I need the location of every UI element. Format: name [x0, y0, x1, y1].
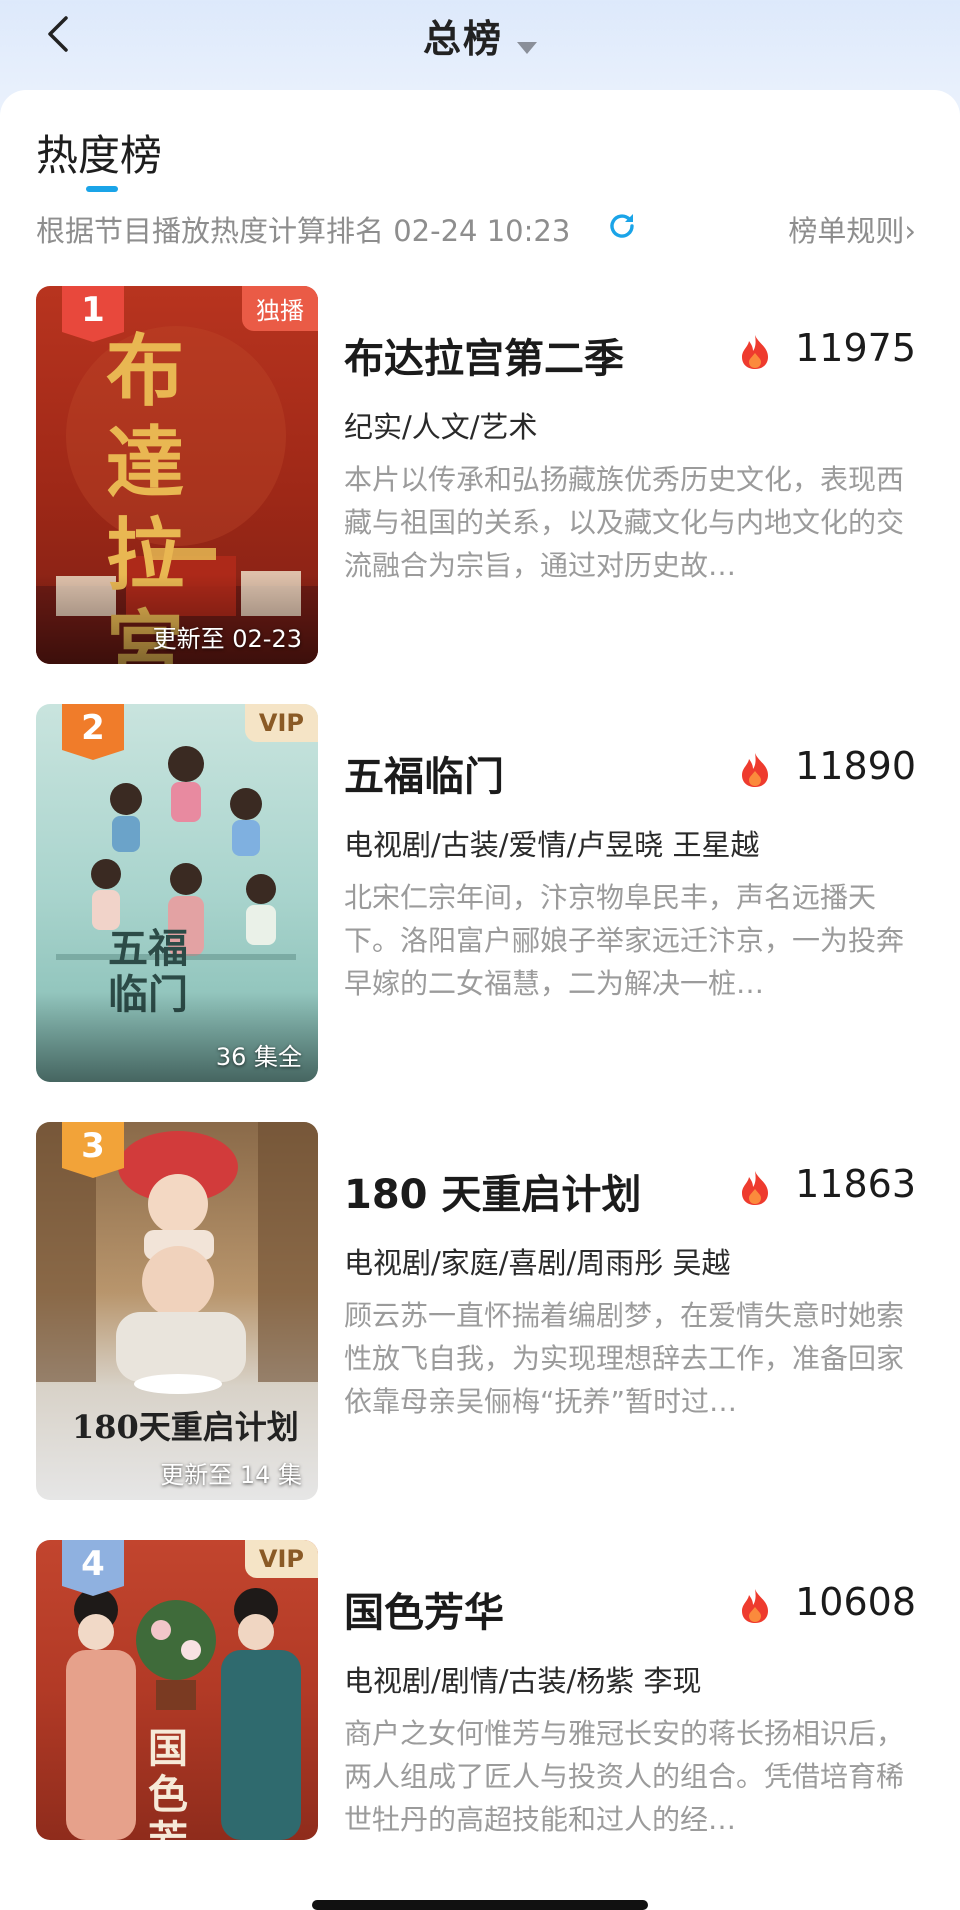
- heat-value: 11890: [795, 744, 916, 788]
- poster-title-art: 国色芳华: [148, 1725, 188, 1841]
- rank-number: 2: [81, 708, 105, 748]
- flame-icon: [742, 335, 768, 369]
- item-title[interactable]: 180 天重启计划: [344, 1162, 641, 1220]
- ranking-subtitle: 根据节目播放热度计算排名 02-24 10:23: [36, 214, 571, 248]
- ranking-card: 热度榜 根据节目播放热度计算排名 02-24 10:23 榜单规则› 布達拉宮 …: [0, 90, 960, 1910]
- vip-badge: VIP: [244, 704, 318, 742]
- heat-value: 11863: [795, 1162, 916, 1206]
- heat-value: 11975: [795, 326, 916, 370]
- heat-value: 10608: [795, 1580, 916, 1624]
- poster-image[interactable]: 180天重启计划 3 更新至 14 集: [36, 1122, 318, 1500]
- item-description: 北宋仁宗年间，汴京物阜民丰，声名远播天下。洛阳富户郦娘子举家远迁汴京，一为投奔早…: [344, 881, 905, 1000]
- caret-down-icon: [517, 41, 537, 54]
- list-item[interactable]: 国色芳华 4 VIP 国色芳华 10608 电视剧/剧情/古装/杨紫 李现 商户…: [0, 1540, 960, 1910]
- flame-icon: [742, 1589, 768, 1623]
- poster-image[interactable]: 五福临门 2 VIP 36 集全: [36, 704, 318, 1082]
- rank-badge: 1: [62, 286, 124, 342]
- flame-icon: [742, 1171, 768, 1205]
- poster-image[interactable]: 国色芳华 4 VIP: [36, 1540, 318, 1840]
- rules-link[interactable]: 榜单规则›: [788, 208, 916, 250]
- list-item[interactable]: 五福临门 2 VIP 36 集全 五福临门 11890 电视剧/古装/爱情/卢昱…: [0, 704, 960, 1084]
- page-title: 总榜: [422, 17, 503, 61]
- item-genres: 电视剧/古装/爱情/卢昱晓 王星越: [344, 828, 760, 862]
- title-dropdown[interactable]: 总榜: [0, 8, 960, 63]
- home-indicator: [312, 1900, 648, 1910]
- update-status: 更新至 14 集: [160, 1461, 302, 1489]
- item-genres: 电视剧/剧情/古装/杨紫 李现: [344, 1664, 702, 1698]
- list-item[interactable]: 180天重启计划 3 更新至 14 集 180 天重启计划 11863 电视剧/…: [0, 1122, 960, 1502]
- vip-badge: VIP: [244, 1540, 318, 1578]
- section-underline: [86, 186, 118, 192]
- exclusive-badge: 独播: [242, 286, 318, 331]
- rank-number: 1: [81, 290, 105, 330]
- poster-image[interactable]: 布達拉宮 1 独播 更新至 02-23: [36, 286, 318, 664]
- item-genres: 纪实/人文/艺术: [344, 410, 538, 444]
- update-status: 更新至 02-23: [152, 625, 302, 653]
- item-title[interactable]: 国色芳华: [344, 1580, 504, 1638]
- list-item[interactable]: 布達拉宮 1 独播 更新至 02-23 布达拉宫第二季 11975 纪实/人文/…: [0, 286, 960, 666]
- flame-icon: [742, 753, 768, 787]
- item-description: 本片以传承和弘扬藏族优秀历史文化，表现西藏与祖国的关系，以及藏文化与内地文化的交…: [344, 463, 905, 582]
- poster-title-art: 180天重启计划: [72, 1408, 299, 1446]
- refresh-icon[interactable]: [606, 210, 638, 242]
- update-status: 36 集全: [215, 1043, 302, 1071]
- rank-badge: 4: [62, 1540, 124, 1596]
- item-description: 商户之女何惟芳与雅冠长安的蒋长扬相识后，两人组成了匠人与投资人的组合。凭借培育稀…: [344, 1717, 905, 1836]
- rank-badge: 3: [62, 1122, 124, 1178]
- item-genres: 电视剧/家庭/喜剧/周雨彤 吴越: [344, 1246, 731, 1280]
- rank-number: 3: [81, 1126, 105, 1166]
- item-title[interactable]: 五福临门: [344, 744, 504, 802]
- rank-number: 4: [81, 1544, 105, 1584]
- item-description: 顾云苏一直怀揣着编剧梦，在爱情失意时她索性放飞自我，为实现理想辞去工作，准备回家…: [344, 1299, 905, 1418]
- section-title: 热度榜: [36, 131, 163, 180]
- item-title[interactable]: 布达拉宫第二季: [344, 326, 624, 384]
- top-bar: 总榜: [0, 0, 960, 90]
- rank-badge: 2: [62, 704, 124, 760]
